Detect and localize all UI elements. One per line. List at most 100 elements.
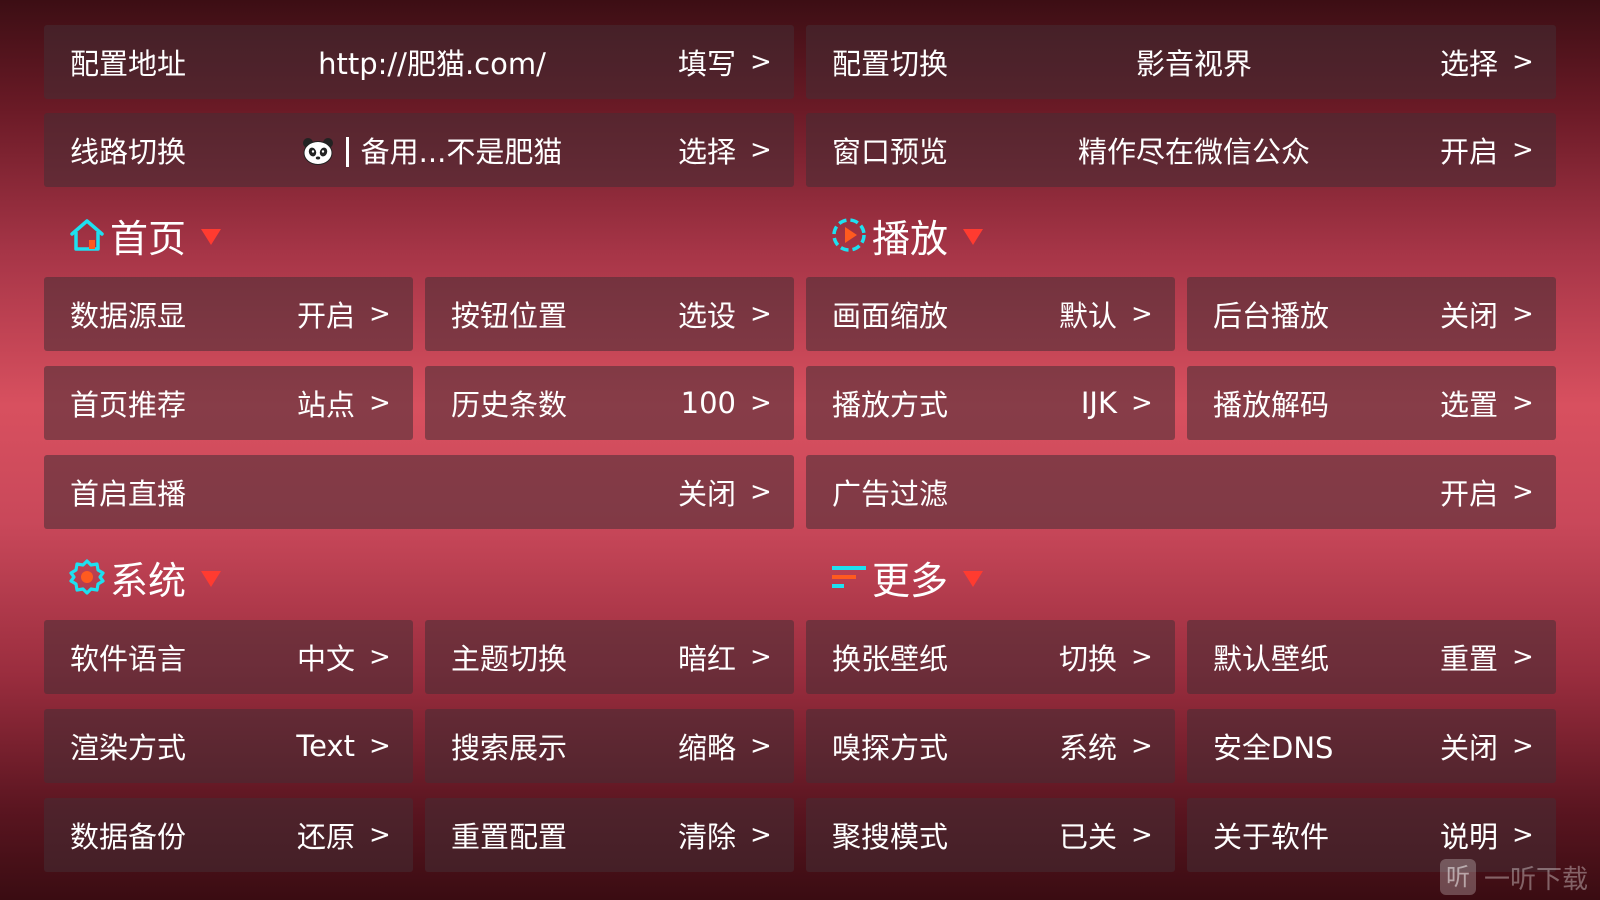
chevron-right-icon: > [750, 388, 772, 418]
system-item-theme[interactable]: 主题切换 暗红 > [425, 620, 794, 694]
playback-item-mode[interactable]: 播放方式 IJK > [806, 366, 1175, 440]
more-item-sniff-mode[interactable]: 嗅探方式 系统 > [806, 709, 1175, 783]
item-value: 说明 [1439, 820, 1498, 854]
config-address-value: http://肥猫.com/ [318, 47, 546, 81]
config-address-row[interactable]: 配置地址 http://肥猫.com/ 填写 > [44, 25, 794, 99]
chevron-right-icon: > [369, 388, 391, 418]
chevron-right-icon: > [1131, 731, 1153, 761]
caret-down-icon [963, 229, 984, 245]
item-value: 中文 [296, 642, 355, 676]
chevron-right-icon: > [1512, 388, 1534, 418]
config-switch-action: 选择 [1439, 47, 1498, 81]
line-switch-action: 选择 [677, 135, 736, 169]
item-label: 换张壁纸 [832, 642, 949, 676]
item-label: 重置配置 [451, 820, 568, 854]
more-item-secure-dns[interactable]: 安全DNS 关闭 > [1187, 709, 1556, 783]
item-label: 关于软件 [1213, 820, 1330, 854]
chevron-right-icon: > [1512, 477, 1534, 507]
line-switch-value-wrap: 备用...不是肥猫 [186, 129, 678, 171]
item-value: 还原 [296, 820, 355, 854]
chevron-right-icon: > [1512, 642, 1534, 672]
item-value: 站点 [296, 388, 355, 422]
item-value: 已关 [1058, 820, 1117, 854]
item-value: 关闭 [1439, 299, 1498, 333]
item-label: 软件语言 [70, 642, 187, 676]
item-value: 缩略 [677, 731, 736, 765]
more-item-change-wallpaper[interactable]: 换张壁纸 切换 > [806, 620, 1175, 694]
chevron-right-icon: > [1131, 388, 1153, 418]
item-label: 后台播放 [1213, 299, 1330, 333]
item-label: 默认壁纸 [1213, 642, 1330, 676]
item-value: 开启 [296, 299, 355, 333]
chevron-right-icon: > [750, 642, 772, 672]
home-item-data-source[interactable]: 数据源显 开启 > [44, 277, 413, 351]
item-label: 历史条数 [451, 388, 568, 422]
item-label: 主题切换 [451, 642, 568, 676]
chevron-right-icon: > [1512, 731, 1534, 761]
section-system-header[interactable]: 系统 [68, 552, 222, 603]
item-label: 数据备份 [70, 820, 187, 854]
chevron-right-icon: > [369, 820, 391, 850]
system-item-backup[interactable]: 数据备份 还原 > [44, 798, 413, 872]
item-label: 首页推荐 [70, 388, 187, 422]
chevron-right-icon: > [1131, 642, 1153, 672]
home-item-recommend[interactable]: 首页推荐 站点 > [44, 366, 413, 440]
window-preview-label: 窗口预览 [832, 135, 949, 169]
line-switch-row[interactable]: 线路切换 备用...不是肥猫 选择 > [44, 113, 794, 187]
item-value: 选置 [1439, 388, 1498, 422]
chevron-right-icon: > [369, 642, 391, 672]
item-value: 暗红 [677, 642, 736, 676]
item-label: 嗅探方式 [832, 731, 949, 765]
home-item-button-position[interactable]: 按钮位置 选设 > [425, 277, 794, 351]
chevron-right-icon: > [750, 135, 772, 165]
item-label: 播放方式 [832, 388, 949, 422]
chevron-right-icon: > [369, 299, 391, 329]
chevron-right-icon: > [750, 47, 772, 77]
separator-bar [345, 137, 349, 167]
chevron-right-icon: > [750, 477, 772, 507]
config-address-action: 填写 [677, 47, 736, 81]
system-item-language[interactable]: 软件语言 中文 > [44, 620, 413, 694]
more-item-default-wallpaper[interactable]: 默认壁纸 重置 > [1187, 620, 1556, 694]
item-label: 广告过滤 [832, 477, 949, 511]
chevron-right-icon: > [369, 731, 391, 761]
caret-down-icon [201, 229, 222, 245]
play-circle-icon [832, 218, 866, 252]
item-value: Text [296, 729, 355, 763]
system-item-search-display[interactable]: 搜索展示 缩略 > [425, 709, 794, 783]
gear-icon [69, 559, 105, 595]
line-switch-value: 备用...不是肥猫 [360, 135, 563, 169]
playback-item-background[interactable]: 后台播放 关闭 > [1187, 277, 1556, 351]
window-preview-row[interactable]: 窗口预览 精作尽在微信公众 开启 > [806, 113, 1556, 187]
home-item-history-count[interactable]: 历史条数 100 > [425, 366, 794, 440]
line-switch-label: 线路切换 [70, 135, 187, 169]
chevron-right-icon: > [1512, 135, 1534, 165]
item-label: 聚搜模式 [832, 820, 949, 854]
playback-item-decoder[interactable]: 播放解码 选置 > [1187, 366, 1556, 440]
section-home-header[interactable]: 首页 [68, 210, 222, 261]
item-value: 选设 [677, 299, 736, 333]
item-label: 按钮位置 [451, 299, 568, 333]
more-item-aggregate-search[interactable]: 聚搜模式 已关 > [806, 798, 1175, 872]
section-playback-header[interactable]: 播放 [830, 210, 984, 261]
config-switch-label: 配置切换 [832, 47, 949, 81]
section-home-title: 首页 [110, 216, 187, 261]
chevron-right-icon: > [1512, 47, 1534, 77]
home-item-startup-live[interactable]: 首启直播 关闭 > [44, 455, 794, 529]
item-value: 清除 [677, 820, 736, 854]
system-item-reset-config[interactable]: 重置配置 清除 > [425, 798, 794, 872]
config-switch-row[interactable]: 配置切换 影音视界 选择 > [806, 25, 1556, 99]
chevron-right-icon: > [1512, 299, 1534, 329]
item-label: 数据源显 [70, 299, 187, 333]
system-item-render[interactable]: 渲染方式 Text > [44, 709, 413, 783]
item-label: 搜索展示 [451, 731, 568, 765]
section-playback-title: 播放 [872, 216, 949, 261]
playback-item-scaling[interactable]: 画面缩放 默认 > [806, 277, 1175, 351]
section-more-header[interactable]: 更多 [830, 552, 984, 603]
list-icon [832, 566, 866, 588]
chevron-right-icon: > [750, 731, 772, 761]
item-value: 切换 [1058, 642, 1117, 676]
window-preview-value: 精作尽在微信公众 [1077, 135, 1310, 169]
panda-icon [302, 138, 333, 165]
playback-item-ad-filter[interactable]: 广告过滤 开启 > [806, 455, 1556, 529]
